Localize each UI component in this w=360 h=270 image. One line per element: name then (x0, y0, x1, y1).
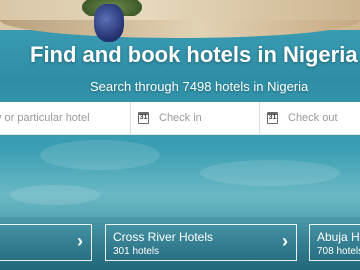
checkout-field[interactable]: 31 Check out (260, 102, 360, 134)
search-bar: y or particular hotel 31 Check in 31 Che… (0, 102, 360, 135)
destination-card[interactable]: Cross River Hotels 301 hotels › (105, 224, 297, 261)
destination-name: Abuja Ho (317, 230, 360, 244)
page-title: Find and book hotels in Nigeria (30, 42, 358, 67)
water-ripple (40, 140, 160, 170)
checkin-field[interactable]: 31 Check in (131, 102, 259, 134)
hotel-count: 301 hotels (113, 246, 160, 257)
page-subtitle: Search through 7498 hotels in Nigeria (90, 79, 309, 94)
pool-edge (0, 20, 360, 38)
checkout-placeholder: Check out (288, 112, 338, 124)
water-ripple (200, 160, 340, 186)
destination-card[interactable]: › (0, 224, 92, 261)
destination-placeholder: y or particular hotel (0, 112, 90, 124)
plant-pot (94, 4, 124, 42)
destination-field[interactable]: y or particular hotel (0, 102, 130, 134)
checkin-placeholder: Check in (159, 112, 202, 124)
hotel-count: 708 hotels (317, 246, 360, 257)
chevron-right-icon: › (282, 231, 288, 251)
water-ripple (10, 185, 100, 205)
calendar-icon: 31 (138, 112, 149, 124)
calendar-icon: 31 (267, 112, 278, 124)
chevron-right-icon: › (77, 231, 83, 251)
destination-name: Cross River Hotels (113, 230, 214, 244)
destination-card[interactable]: Abuja Ho 708 hotels (309, 224, 360, 261)
